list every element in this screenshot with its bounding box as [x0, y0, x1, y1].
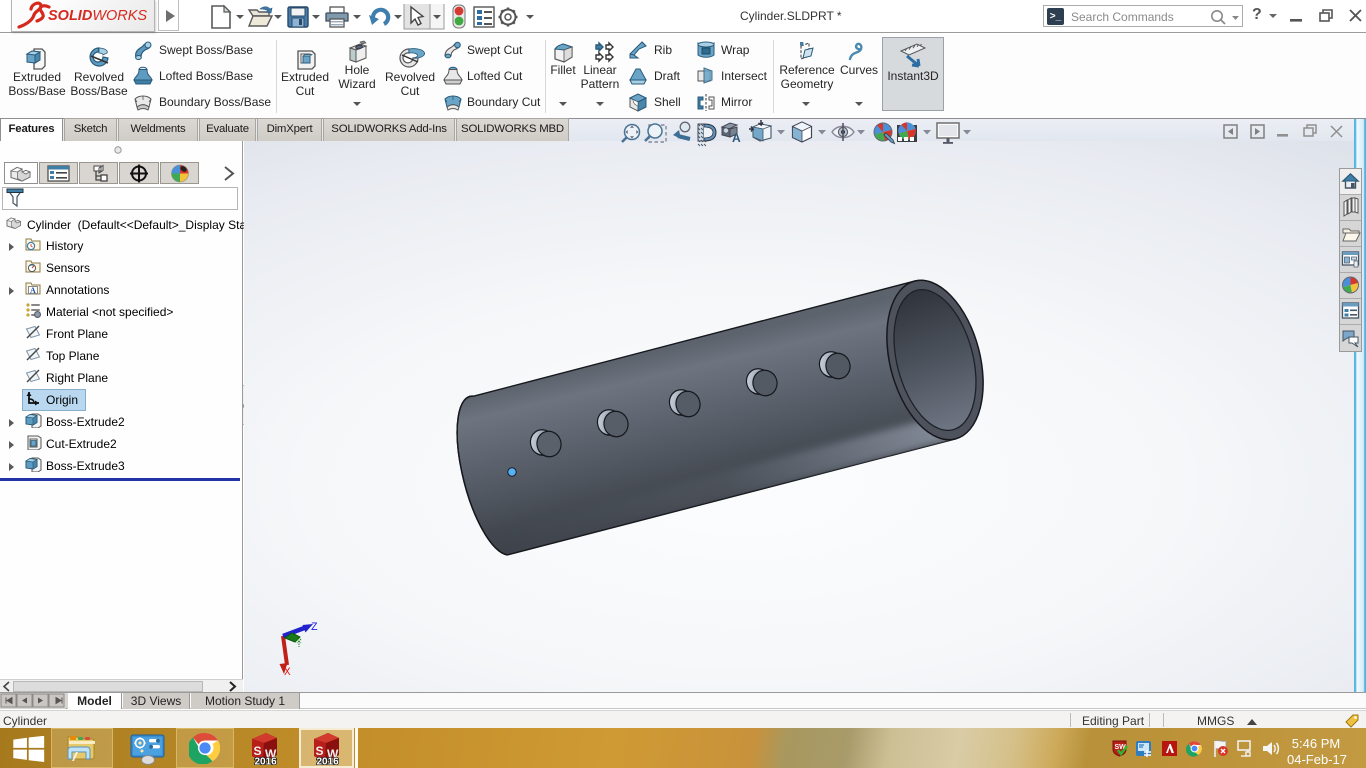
svg-text:X: X: [284, 667, 291, 679]
svg-text:2016: 2016: [317, 757, 340, 766]
svg-text:A: A: [732, 131, 741, 145]
svg-text:2016: 2016: [255, 757, 278, 766]
svg-text:Z: Z: [311, 622, 318, 634]
svg-text:A: A: [30, 286, 36, 295]
svg-text:SOLIDWORKS: SOLIDWORKS: [48, 8, 147, 24]
